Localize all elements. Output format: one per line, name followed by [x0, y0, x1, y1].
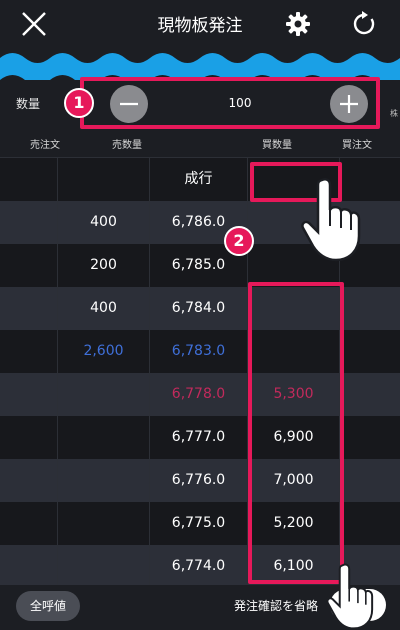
- price-cell: 6,777.0: [150, 416, 248, 459]
- sell-order-cell[interactable]: [0, 373, 58, 416]
- sell-qty-cell: 400: [58, 201, 150, 244]
- price-cell: 6,784.0: [150, 287, 248, 330]
- page-title: 現物板発注: [157, 16, 243, 36]
- sell-qty-cell: [58, 158, 150, 201]
- step-1-badge: 1: [64, 88, 94, 118]
- buy-order-cell[interactable]: [340, 502, 400, 545]
- board-column-headers: 売注文 売数量 買数量 買注文: [0, 128, 400, 158]
- sell-qty-cell: [58, 502, 150, 545]
- sell-order-cell[interactable]: [0, 330, 58, 373]
- buy-order-cell[interactable]: [340, 459, 400, 502]
- buy-order-cell[interactable]: [340, 373, 400, 416]
- price-cell: 6,775.0: [150, 502, 248, 545]
- sell-qty-cell: 200: [58, 244, 150, 287]
- buy-order-cell[interactable]: [340, 416, 400, 459]
- skip-confirm-label: 発注確認を省略: [234, 599, 319, 613]
- price-cell: 6,774.0: [150, 545, 248, 588]
- all-price-button[interactable]: 全呼値: [16, 591, 80, 621]
- gear-icon: [286, 12, 310, 36]
- sell-qty-cell: 400: [58, 287, 150, 330]
- refresh-button[interactable]: [344, 4, 384, 44]
- buy-column-highlight: [248, 282, 344, 584]
- pointing-hand-icon-2: [326, 563, 374, 630]
- best-ask-qty-cell: 2,600: [58, 330, 150, 373]
- pointing-hand-icon: [301, 177, 361, 262]
- step-2-badge: 2: [224, 226, 254, 256]
- refresh-icon: [353, 11, 375, 35]
- sell-order-cell[interactable]: [0, 158, 58, 201]
- sell-qty-cell: [58, 373, 150, 416]
- col-sell-qty: 売数量: [112, 140, 142, 151]
- best-bid-price-cell: 6,778.0: [150, 373, 248, 416]
- col-buy-order: 買注文: [342, 140, 372, 151]
- col-buy-qty: 買数量: [262, 140, 292, 151]
- sell-order-cell[interactable]: [0, 244, 58, 287]
- sell-order-cell[interactable]: [0, 416, 58, 459]
- sell-order-cell[interactable]: [0, 545, 58, 588]
- sell-order-cell[interactable]: [0, 502, 58, 545]
- settings-button[interactable]: [278, 4, 318, 44]
- quantity-unit: 株: [390, 109, 398, 118]
- best-ask-price-cell: 6,783.0: [150, 330, 248, 373]
- buy-order-cell[interactable]: [340, 330, 400, 373]
- sell-qty-cell: [58, 416, 150, 459]
- market-price-label: 成行: [150, 158, 248, 201]
- header: 現物板発注: [0, 0, 400, 48]
- sell-qty-cell: [58, 459, 150, 502]
- quantity-label: 数量: [16, 97, 41, 111]
- col-sell-order: 売注文: [30, 140, 60, 151]
- sell-order-cell[interactable]: [0, 287, 58, 330]
- sell-order-cell[interactable]: [0, 201, 58, 244]
- sell-qty-cell: [58, 545, 150, 588]
- price-cell: 6,776.0: [150, 459, 248, 502]
- buy-order-cell[interactable]: [340, 287, 400, 330]
- sell-order-cell[interactable]: [0, 459, 58, 502]
- quantity-highlight: [80, 77, 380, 129]
